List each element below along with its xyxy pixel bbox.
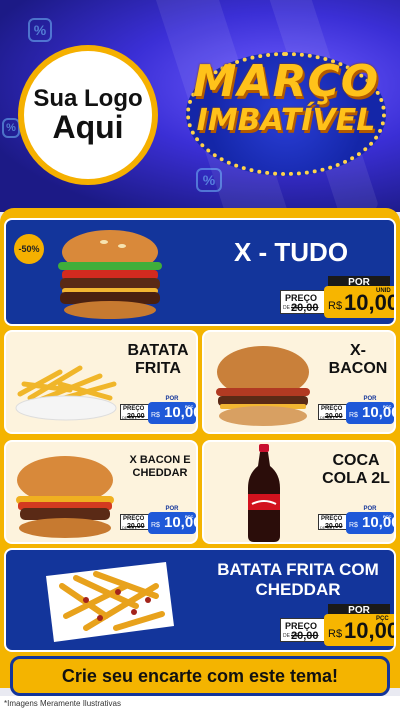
product-card-coca-cola[interactable]: COCA COLA 2L POR PREÇO DE R$ 20,00 R$ 10… [202,440,396,544]
product-name: BATATA FRITA COM CHEDDAR [202,560,394,599]
new-price: R$ 10,00 PÇC [324,614,394,646]
product-name: X - TUDO [233,237,349,267]
old-price: PREÇO DE R$ 20,00 [120,404,150,420]
product-name-line-2: CHEDDAR [132,466,188,479]
product-name-line-1: COCA [332,452,380,469]
product-card-x-bacon[interactable]: X- BACON POR PREÇO DE R$ 20,00 R$ 10,00 … [202,330,396,434]
currency: R$ [349,412,358,419]
product-card-batata-cheddar[interactable]: BATATA FRITA COM CHEDDAR POR PREÇO DE R$… [4,548,396,652]
currency: R$ [151,412,160,419]
product-name: BATATA FRITA [118,342,196,379]
old-price-value: 20,00 [291,302,319,314]
price-tag: POR PREÇO DE R$ 20,00 R$ 10,00 PÇC [318,504,394,534]
old-price-value: 20,00 [127,523,145,530]
percent-icon: % [28,18,52,42]
currency: R$ [328,300,343,312]
unit-label: PÇC [383,404,392,409]
unit-label: PÇC [185,404,194,409]
campaign-title-line-1: MARÇO [192,56,380,107]
burger-icon [206,342,320,430]
new-price: R$ 10,00 PÇC [148,402,196,424]
product-name-line-2: BACON [328,360,388,378]
burger-icon [8,452,122,542]
price-tag: POR PREÇO DE R$ 20,00 R$ 10,00 PÇC [120,504,196,534]
price-tag: POR PREÇO DE R$ 20,00 R$ 10,00 PÇC [280,604,394,648]
product-name-line-1: BATATA [127,342,189,359]
old-price-value: 20,00 [325,523,343,530]
product-name-line-2: COLA 2L [322,470,390,488]
product-name: X BACON E CHEDDAR [120,454,196,479]
unit-label: PÇC [383,514,392,519]
price-tag: POR PREÇO DE R$ 20,00 R$ 10,00 PÇC [120,394,196,424]
soda-bottle-icon [242,444,286,542]
product-card-batata-frita[interactable]: BATATA FRITA POR PREÇO DE R$ 20,00 R$ 10… [4,330,198,434]
product-card-x-bacon-cheddar[interactable]: X BACON E CHEDDAR POR PREÇO DE R$ 20,00 … [4,440,198,544]
logo-line-1: Sua Logo [33,84,143,112]
price-tag: POR PREÇO DE R$ 20,00 R$ 10,00 PÇC [318,394,394,424]
campaign-title-line-2: IMBATÍVEL [196,103,376,138]
product-name: COCA COLA 2L [314,452,394,489]
old-price-label: PREÇO [321,516,343,522]
old-price: PREÇO DE R$ 20,00 [318,404,348,420]
unit-label: PÇC [185,514,194,519]
old-price-label: PREÇO [321,406,343,412]
disclaimer-text: *Imagens Meramente Ilustrativas [0,696,400,711]
new-price: R$ 10,00 UNID [324,286,394,318]
campaign-title: MARÇO IMBATÍVEL [178,44,394,184]
new-price: R$ 10,00 PÇC [148,512,196,534]
fries-icon [10,354,122,424]
unit-label: UNID [376,288,391,294]
currency: R$ [349,522,358,529]
cta-button[interactable]: Crie seu encarte com este tema! [10,656,390,696]
header-banner: % % % Sua Logo Aqui MARÇO IMBATÍVEL [0,0,400,212]
product-card-x-tudo[interactable]: -50% X - TUDO POR PREÇO DE R$ 20,00 R$ 1… [4,218,396,326]
price-tag: POR PREÇO DE R$ 20,00 R$ 10,00 UNID [280,276,394,320]
currency: R$ [328,628,343,640]
old-price: PREÇO DE R$ 20,00 [120,514,150,530]
old-price-value: 20,00 [291,630,319,642]
discount-badge: -50% [14,234,44,264]
old-price-label: PREÇO [123,516,145,522]
fries-cheddar-icon [36,556,178,648]
old-price-label: PREÇO [123,406,145,412]
product-name-line-1: X BACON E [129,454,191,466]
old-price: PREÇO DE R$ 20,00 [280,290,326,314]
old-price: PREÇO DE R$ 20,00 [280,618,326,642]
new-price: R$ 10,00 PÇC [346,402,394,424]
product-name-line-2: CHEDDAR [255,579,341,599]
logo-line-2: Aqui [52,108,124,145]
product-name-line-2: FRITA [135,360,181,378]
currency: R$ [151,522,160,529]
unit-label: PÇC [376,616,389,622]
old-price: PREÇO DE R$ 20,00 [318,514,348,530]
new-price: R$ 10,00 PÇC [346,512,394,534]
product-name-line-1: X- [350,342,366,359]
logo-placeholder[interactable]: Sua Logo Aqui [18,45,158,185]
old-price-value: 20,00 [127,413,145,420]
product-name-line-1: BATATA FRITA COM [217,560,379,579]
burger-icon [46,226,174,322]
product-name: X- BACON [318,342,394,379]
old-price-value: 20,00 [325,413,343,420]
